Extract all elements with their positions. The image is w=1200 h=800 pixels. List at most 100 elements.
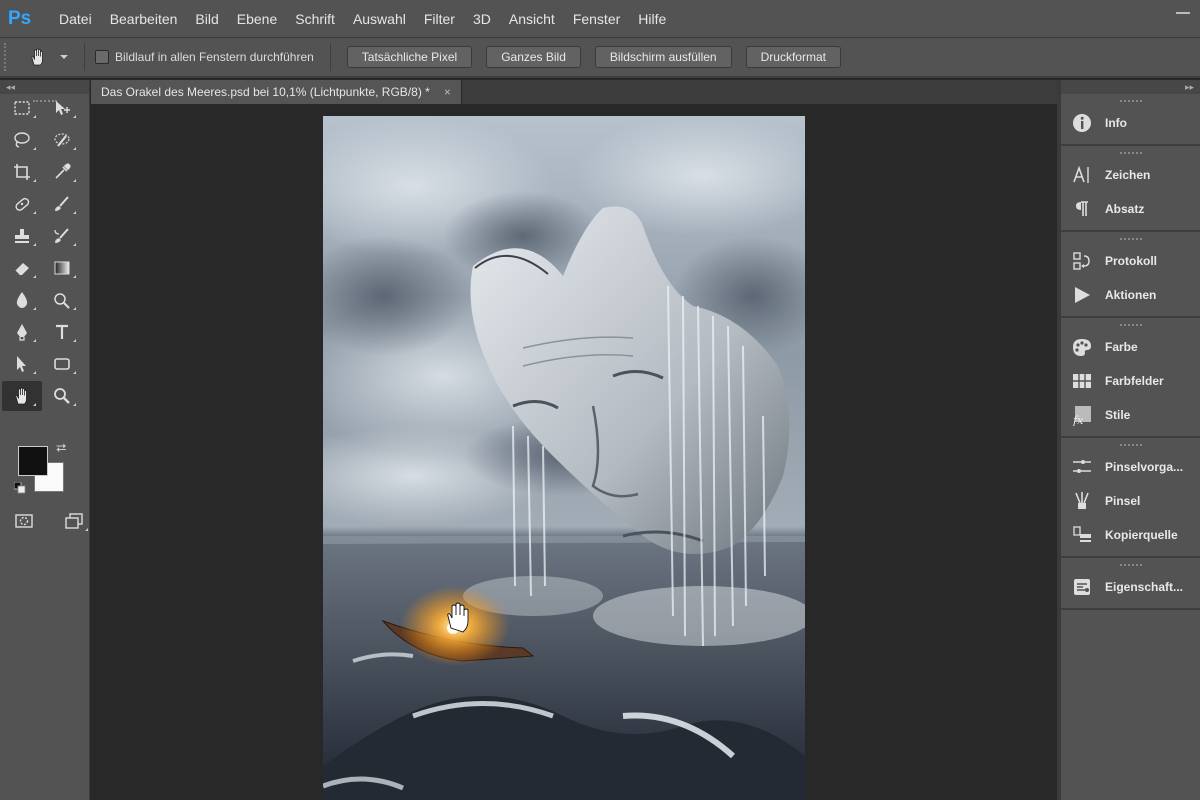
options-bar: Bildlauf in allen Fenstern durchführen T… bbox=[0, 38, 1200, 78]
panel-stile[interactable]: fx Stile bbox=[1061, 398, 1200, 432]
type-icon[interactable] bbox=[42, 317, 82, 347]
foreground-color-swatch[interactable] bbox=[18, 446, 48, 476]
panel-group: Info bbox=[1061, 100, 1200, 146]
tool-row bbox=[2, 124, 86, 156]
move-icon[interactable] bbox=[42, 93, 82, 123]
expand-panels-icon[interactable]: ▸▸ bbox=[1185, 80, 1194, 94]
panel-group-grip[interactable] bbox=[1119, 324, 1142, 328]
menu-filter[interactable]: Filter bbox=[415, 0, 464, 38]
menu-items: Datei Bearbeiten Bild Ebene Schrift Auswahl Fi… bbox=[50, 0, 675, 38]
eyedropper-icon[interactable] bbox=[42, 157, 82, 187]
fill-screen-button[interactable]: Bildschirm ausfüllen bbox=[594, 46, 732, 68]
tool-row bbox=[2, 252, 86, 284]
panel-group-grip[interactable] bbox=[1119, 100, 1142, 104]
menu-3d[interactable]: 3D bbox=[464, 0, 500, 38]
lasso-icon[interactable] bbox=[2, 125, 42, 155]
path-selection-icon[interactable] bbox=[2, 349, 42, 379]
scroll-all-checkbox[interactable] bbox=[95, 50, 109, 64]
document-image[interactable] bbox=[323, 116, 805, 800]
panel-protokoll[interactable]: Protokoll bbox=[1061, 244, 1200, 278]
menu-bild[interactable]: Bild bbox=[186, 0, 227, 38]
panel-eigenschaft[interactable]: Eigenschaft... bbox=[1061, 570, 1200, 604]
panel-group: Protokoll Aktionen bbox=[1061, 238, 1200, 318]
panel-pinselvorga[interactable]: Pinselvorga... bbox=[1061, 450, 1200, 484]
menu-auswahl[interactable]: Auswahl bbox=[344, 0, 415, 38]
minimize-icon[interactable] bbox=[1176, 12, 1190, 14]
fit-screen-button[interactable]: Ganzes Bild bbox=[486, 46, 581, 68]
menu-ebene[interactable]: Ebene bbox=[228, 0, 286, 38]
print-size-button[interactable]: Druckformat bbox=[745, 46, 841, 68]
zoom-icon[interactable] bbox=[42, 381, 82, 411]
panel-absatz[interactable]: Absatz bbox=[1061, 192, 1200, 226]
panel-kopierquelle[interactable]: Kopierquelle bbox=[1061, 518, 1200, 552]
panel-info[interactable]: Info bbox=[1061, 106, 1200, 140]
swatches-icon bbox=[1073, 374, 1091, 388]
clone-stamp-icon[interactable] bbox=[2, 221, 42, 251]
shape-icon[interactable] bbox=[42, 349, 82, 379]
panel-label: Pinselvorga... bbox=[1105, 460, 1184, 474]
color-icon bbox=[1073, 339, 1091, 356]
properties-icon bbox=[1074, 579, 1090, 595]
tool-row bbox=[2, 348, 86, 380]
menu-ansicht[interactable]: Ansicht bbox=[500, 0, 564, 38]
character-icon bbox=[1073, 165, 1089, 183]
panel-group-grip[interactable] bbox=[1119, 152, 1142, 156]
panel-group: Pinselvorga... Pinsel Kopierquelle bbox=[1061, 444, 1200, 558]
screen-mode-icon[interactable] bbox=[54, 506, 94, 536]
photoshop-logo: Ps bbox=[8, 7, 32, 29]
panel-group-grip[interactable] bbox=[1119, 444, 1142, 448]
default-colors-icon[interactable] bbox=[14, 482, 26, 494]
separator bbox=[329, 43, 331, 71]
panel-pinsel[interactable]: Pinsel bbox=[1061, 484, 1200, 518]
eraser-icon[interactable] bbox=[2, 253, 42, 283]
close-tab-icon[interactable]: × bbox=[444, 85, 451, 99]
panel-dock-header: ▸▸ bbox=[1061, 80, 1200, 94]
panel-zeichen[interactable]: Zeichen bbox=[1061, 158, 1200, 192]
actual-pixels-button[interactable]: Tatsächliche Pixel bbox=[346, 46, 473, 68]
quick-mask-icon[interactable] bbox=[4, 506, 44, 536]
panel-aktionen[interactable]: Aktionen bbox=[1061, 278, 1200, 312]
blur-icon[interactable] bbox=[2, 285, 42, 315]
panel-group: Eigenschaft... bbox=[1061, 564, 1200, 610]
document-tab[interactable]: Das Orakel des Meeres.psd bei 10,1% (Lic… bbox=[91, 80, 462, 104]
hand-tool-preset-icon[interactable] bbox=[18, 43, 58, 71]
panel-group-grip[interactable] bbox=[1119, 238, 1142, 242]
brush-icon[interactable] bbox=[42, 189, 82, 219]
clone-source-icon bbox=[1073, 526, 1091, 542]
panel-label: Zeichen bbox=[1105, 168, 1151, 182]
panel-groups: Info Zeichen Absatz Protokoll Aktionen Farbe F… bbox=[1061, 100, 1200, 610]
crop-icon[interactable] bbox=[2, 157, 42, 187]
panel-group: Zeichen Absatz bbox=[1061, 152, 1200, 232]
right-panel-dock: ▸▸ Info Zeichen Absatz Protokoll Aktionen Far… bbox=[1061, 80, 1200, 800]
gradient-icon[interactable] bbox=[42, 253, 82, 283]
info-icon bbox=[1073, 114, 1091, 132]
panel-farbe[interactable]: Farbe bbox=[1061, 330, 1200, 364]
rectangular-marquee-icon[interactable] bbox=[2, 93, 42, 123]
panel-group-grip[interactable] bbox=[1119, 564, 1142, 568]
options-bar-grip[interactable] bbox=[4, 43, 10, 71]
actions-icon bbox=[1075, 287, 1090, 303]
menu-fenster[interactable]: Fenster bbox=[564, 0, 629, 38]
panel-label: Aktionen bbox=[1105, 288, 1157, 302]
menu-bar: Ps Datei Bearbeiten Bild Ebene Schrift Auswah… bbox=[0, 0, 1200, 38]
menu-hilfe[interactable]: Hilfe bbox=[629, 0, 675, 38]
menu-bearbeiten[interactable]: Bearbeiten bbox=[101, 0, 187, 38]
panel-farbfelder[interactable]: Farbfelder bbox=[1061, 364, 1200, 398]
quick-selection-icon[interactable] bbox=[42, 125, 82, 155]
dodge-icon[interactable] bbox=[42, 285, 82, 315]
menu-schrift[interactable]: Schrift bbox=[286, 0, 344, 38]
tool-row bbox=[2, 92, 86, 124]
swap-colors-icon[interactable]: ⮂ bbox=[56, 440, 66, 456]
history-brush-icon[interactable] bbox=[42, 221, 82, 251]
pen-icon[interactable] bbox=[2, 317, 42, 347]
hand-icon[interactable] bbox=[2, 381, 42, 411]
color-swatches: ⮂ bbox=[14, 440, 74, 500]
history-icon bbox=[1073, 252, 1090, 270]
panel-label: Farbfelder bbox=[1105, 374, 1164, 388]
preset-dropdown-icon[interactable] bbox=[60, 55, 68, 59]
healing-brush-icon[interactable] bbox=[2, 189, 42, 219]
menu-datei[interactable]: Datei bbox=[50, 0, 101, 38]
panel-label: Info bbox=[1105, 116, 1127, 130]
styles-icon: fx bbox=[1072, 406, 1091, 426]
separator bbox=[84, 43, 85, 71]
